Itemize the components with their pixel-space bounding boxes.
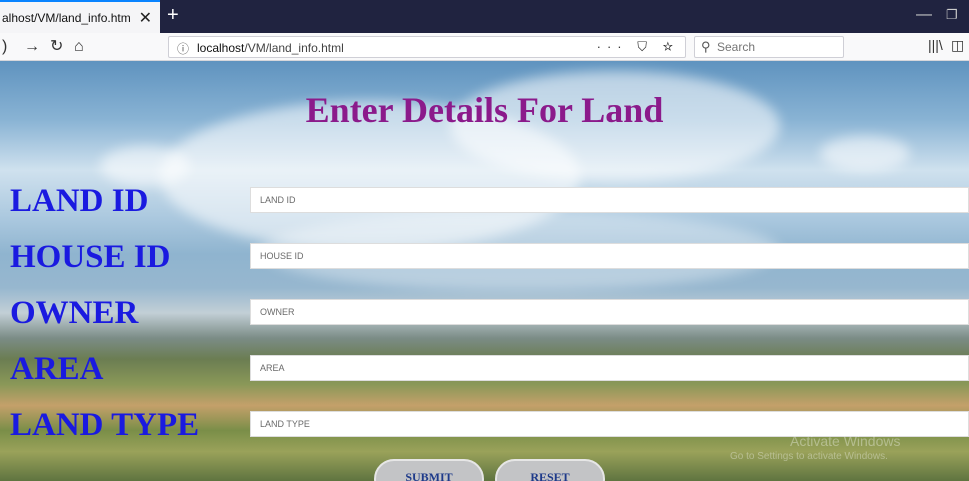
browser-tab[interactable]: alhost/VM/land_info.html ✕ xyxy=(0,0,160,33)
page-actions-icon[interactable]: ··· ⛉ ☆ xyxy=(597,39,679,55)
url-path: /VM/land_info.html xyxy=(244,41,344,55)
activation-watermark-title: Activate Windows xyxy=(790,433,901,449)
search-input[interactable] xyxy=(717,40,837,54)
house-id-input[interactable] xyxy=(250,243,969,269)
back-icon[interactable]: ) xyxy=(2,37,7,57)
reload-icon[interactable]: ↻ xyxy=(50,37,63,57)
search-bar[interactable]: ⚲ xyxy=(694,36,844,58)
library-icon[interactable]: |||\ xyxy=(928,37,943,53)
cloud xyxy=(100,146,190,186)
land-id-label: LAND ID xyxy=(10,183,149,219)
submit-button[interactable]: SUBMIT xyxy=(374,459,484,481)
house-id-label: HOUSE ID xyxy=(10,239,171,275)
home-icon[interactable]: ⌂ xyxy=(74,37,84,57)
reset-button[interactable]: RESET xyxy=(495,459,605,481)
page-title: Enter Details For Land xyxy=(305,90,664,130)
nav-bar: ) → ↻ ⌂ ⓘ localhost/VM/land_info.html ··… xyxy=(0,33,969,61)
restore-icon[interactable]: ❐ xyxy=(946,7,958,23)
url-text: localhost/VM/land_info.html xyxy=(197,41,344,55)
land-type-label: LAND TYPE xyxy=(10,407,200,443)
owner-label: OWNER xyxy=(10,295,139,331)
page-background: Enter Details For Land LAND ID HOUSE ID … xyxy=(0,61,969,481)
tab-title: alhost/VM/land_info.html xyxy=(2,10,130,25)
close-icon[interactable]: ✕ xyxy=(139,8,152,28)
sidebar-icon[interactable]: ◫ xyxy=(951,37,964,54)
area-label: AREA xyxy=(10,351,104,387)
cloud xyxy=(820,136,910,171)
url-host: localhost xyxy=(197,41,245,55)
info-icon[interactable]: ⓘ xyxy=(177,40,189,57)
area-input[interactable] xyxy=(250,355,969,381)
plus-icon[interactable]: + xyxy=(167,4,179,27)
activation-watermark-text: Go to Settings to activate Windows. xyxy=(730,451,888,462)
owner-input[interactable] xyxy=(250,299,969,325)
search-icon: ⚲ xyxy=(701,39,711,54)
minimize-icon[interactable]: — xyxy=(916,6,932,24)
url-bar[interactable]: ⓘ localhost/VM/land_info.html ··· ⛉ ☆ xyxy=(168,36,686,58)
forward-icon[interactable]: → xyxy=(24,37,40,57)
land-id-input[interactable] xyxy=(250,187,969,213)
tab-bar: alhost/VM/land_info.html ✕ + — ❐ xyxy=(0,0,969,33)
